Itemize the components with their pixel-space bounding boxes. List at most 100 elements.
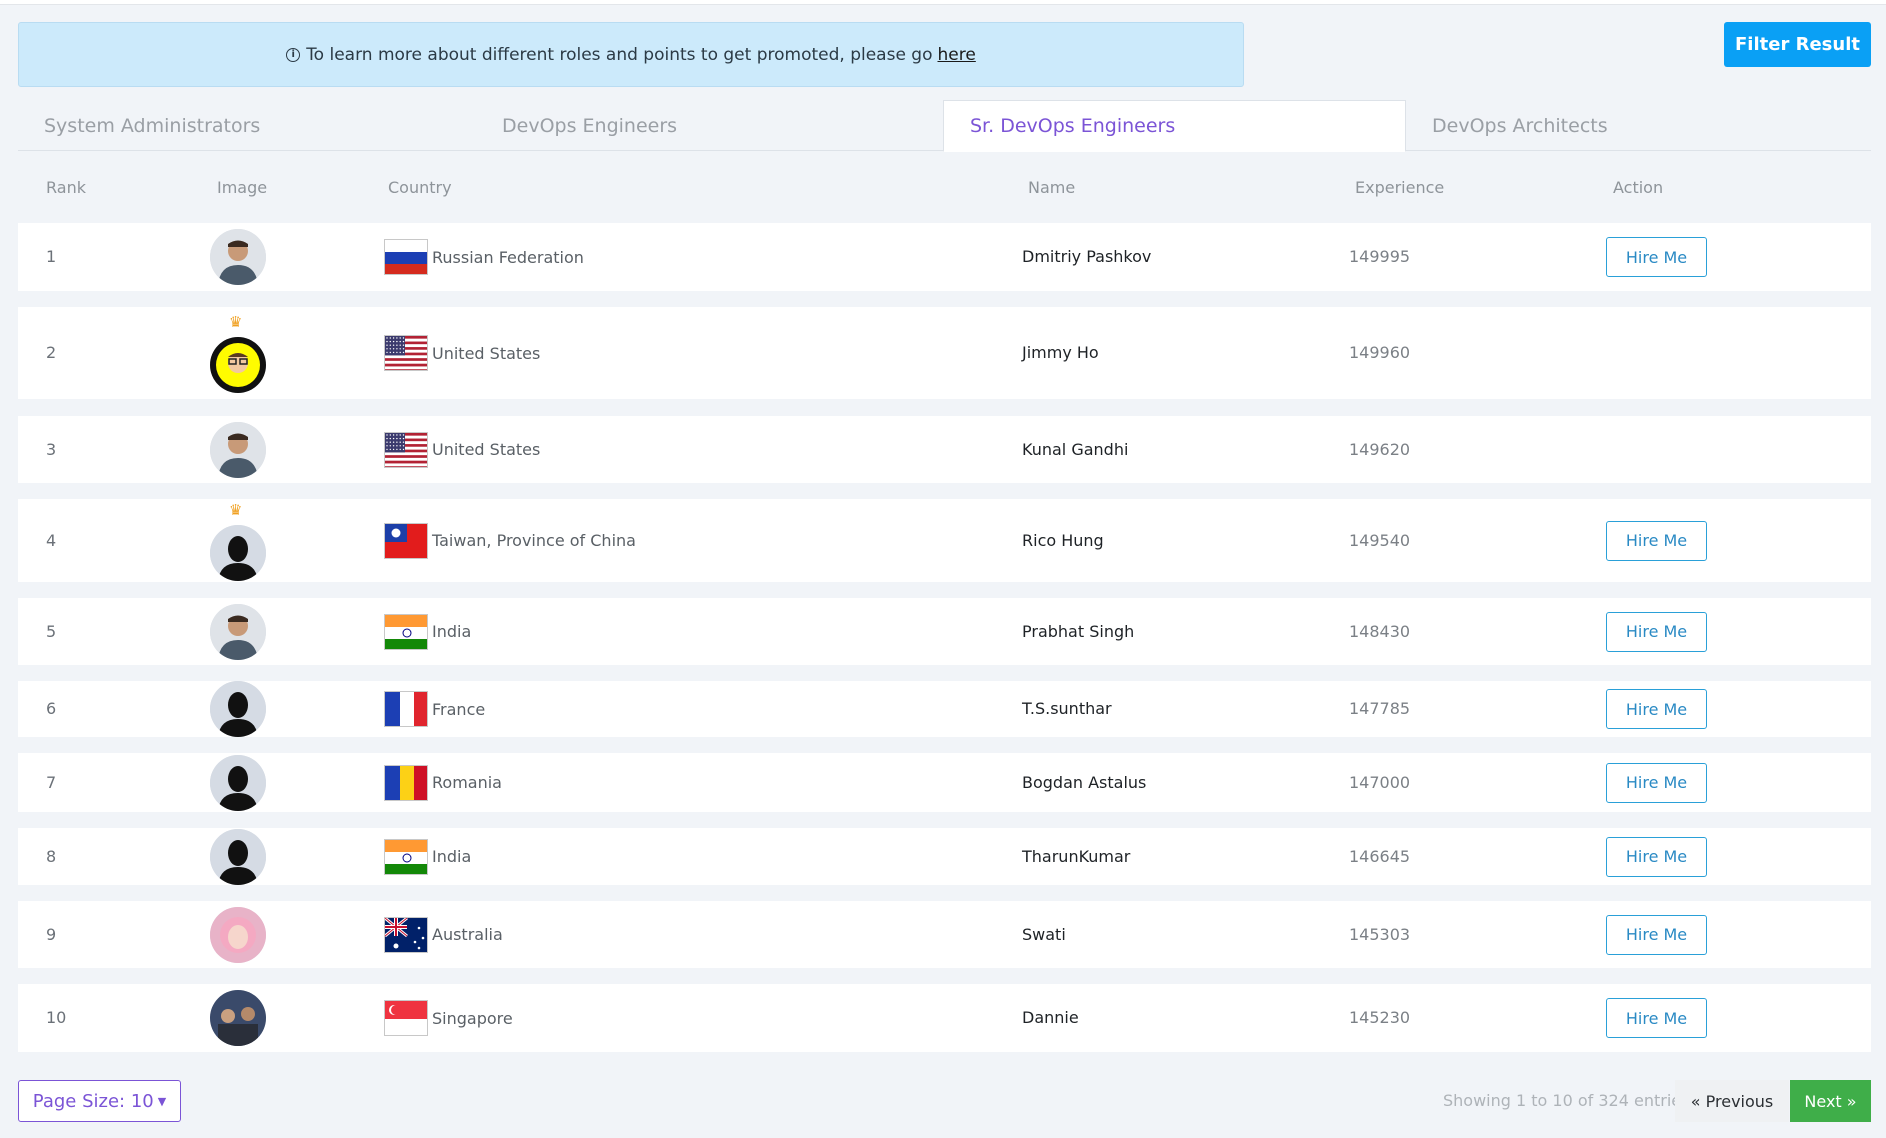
page-size-label: Page Size: 10 bbox=[32, 1090, 154, 1112]
rank-cell: 3 bbox=[46, 439, 57, 459]
country-label: India bbox=[432, 847, 472, 866]
experience-cell: 149995 bbox=[1349, 247, 1411, 266]
col-image: Image bbox=[217, 178, 268, 197]
name-cell: Kunal Gandhi bbox=[1022, 439, 1129, 459]
table-row: 9 Australia Swati 145303 Hire Me bbox=[18, 901, 1871, 968]
tab-label: DevOps Architects bbox=[1432, 114, 1608, 137]
experience-cell: 147000 bbox=[1349, 772, 1411, 792]
hire-me-button[interactable]: Hire Me bbox=[1606, 689, 1707, 729]
experience-cell: 145303 bbox=[1349, 924, 1411, 944]
top-border bbox=[0, 0, 1886, 5]
name-cell: Dannie bbox=[1022, 1008, 1079, 1027]
flag-icon bbox=[384, 522, 428, 559]
flag-icon bbox=[384, 916, 428, 953]
country-cell: Russian Federation bbox=[384, 239, 584, 275]
col-experience: Experience bbox=[1355, 178, 1445, 197]
tab-label: Sr. DevOps Engineers bbox=[970, 115, 1176, 137]
flag-icon bbox=[384, 1000, 428, 1036]
avatar bbox=[210, 754, 266, 811]
hire-me-button[interactable]: Hire Me bbox=[1606, 237, 1707, 277]
table-row: 3 United States Kunal Gandhi 149620 bbox=[18, 416, 1871, 483]
flag-icon bbox=[384, 613, 428, 650]
country-cell: Taiwan, Province of China bbox=[384, 522, 636, 559]
avatar bbox=[210, 906, 266, 963]
col-name: Name bbox=[1028, 178, 1076, 197]
avatar bbox=[210, 990, 266, 1046]
rank-cell: 7 bbox=[46, 772, 57, 792]
name-cell: T.S.sunthar bbox=[1022, 699, 1112, 718]
col-rank: Rank bbox=[46, 178, 86, 197]
experience-cell: 149960 bbox=[1349, 343, 1411, 362]
flag-icon bbox=[384, 431, 428, 468]
page-size-select[interactable]: Page Size: 10 ▼ bbox=[18, 1080, 181, 1122]
name-cell: TharunKumar bbox=[1022, 846, 1131, 866]
tab-devops-engineers[interactable]: DevOps Engineers bbox=[480, 100, 943, 151]
table-row: 10 Singapore Dannie 145230 Hire Me bbox=[18, 984, 1871, 1052]
flag-icon bbox=[384, 335, 428, 371]
info-icon: i bbox=[286, 47, 301, 62]
avatar bbox=[210, 603, 266, 660]
hire-me-button[interactable]: Hire Me bbox=[1606, 762, 1707, 803]
tab-sr-devops-engineers[interactable]: Sr. DevOps Engineers bbox=[943, 100, 1406, 152]
crown-icon: ♛ bbox=[229, 500, 243, 519]
avatar bbox=[210, 524, 266, 581]
avatar bbox=[210, 229, 266, 285]
country-label: Australia bbox=[432, 925, 503, 944]
role-tabs: System Administrators DevOps Engineers S… bbox=[18, 100, 1871, 152]
entries-info: Showing 1 to 10 of 324 entries bbox=[1443, 1091, 1690, 1110]
previous-button[interactable]: « Previous bbox=[1675, 1080, 1789, 1122]
rank-cell: 5 bbox=[46, 621, 57, 641]
name-cell: Rico Hung bbox=[1022, 530, 1104, 550]
table-header: Rank Image Country Name Experience Actio… bbox=[18, 170, 1871, 202]
crown-icon: ♛ bbox=[229, 313, 243, 331]
flag-icon bbox=[384, 838, 428, 875]
avatar bbox=[210, 421, 266, 478]
country-label: Russian Federation bbox=[432, 247, 584, 267]
hire-me-button[interactable]: Hire Me bbox=[1606, 836, 1707, 877]
table-row: 5 India Prabhat Singh 148430 Hire Me bbox=[18, 598, 1871, 665]
flag-icon bbox=[384, 691, 428, 727]
country-label: United States bbox=[432, 440, 541, 459]
flag-icon bbox=[384, 239, 428, 275]
tab-label: DevOps Engineers bbox=[502, 114, 678, 137]
hire-me-button[interactable]: Hire Me bbox=[1606, 998, 1707, 1038]
table-row: 7 Romania Bogdan Astalus 147000 Hire Me bbox=[18, 753, 1871, 812]
col-country: Country bbox=[388, 178, 452, 197]
rank-cell: 6 bbox=[46, 699, 57, 718]
tab-system-administrators[interactable]: System Administrators bbox=[18, 100, 480, 151]
table-row: 8 India TharunKumar 146645 Hire Me bbox=[18, 828, 1871, 885]
country-label: United States bbox=[432, 343, 541, 363]
country-cell: India bbox=[384, 613, 472, 650]
info-link[interactable]: here bbox=[938, 45, 976, 65]
country-label: Singapore bbox=[432, 1008, 513, 1028]
tab-devops-architects[interactable]: DevOps Architects bbox=[1406, 100, 1871, 151]
rank-cell: 1 bbox=[46, 247, 57, 266]
hire-me-button[interactable]: Hire Me bbox=[1606, 914, 1707, 955]
name-cell: Bogdan Astalus bbox=[1022, 772, 1147, 792]
avatar bbox=[210, 681, 266, 737]
avatar bbox=[210, 828, 266, 885]
table-row: 4 ♛ Taiwan, Province of China Rico Hung 14… bbox=[18, 499, 1871, 582]
filter-result-button[interactable]: Filter Result bbox=[1724, 22, 1871, 67]
name-cell: Jimmy Ho bbox=[1022, 343, 1099, 362]
experience-cell: 147785 bbox=[1349, 699, 1411, 718]
country-cell: France bbox=[384, 691, 485, 727]
rank-cell: 9 bbox=[46, 924, 57, 944]
avatar bbox=[210, 337, 266, 393]
name-cell: Swati bbox=[1022, 924, 1066, 944]
info-banner: i To learn more about different roles an… bbox=[18, 22, 1244, 87]
country-label: India bbox=[432, 622, 472, 641]
hire-me-button[interactable]: Hire Me bbox=[1606, 520, 1707, 561]
country-cell: Australia bbox=[384, 916, 503, 953]
country-cell: Singapore bbox=[384, 1000, 513, 1036]
rank-cell: 8 bbox=[46, 846, 57, 866]
next-button[interactable]: Next » bbox=[1790, 1080, 1871, 1122]
rank-cell: 10 bbox=[46, 1008, 67, 1027]
name-cell: Prabhat Singh bbox=[1022, 621, 1135, 641]
country-label: Romania bbox=[432, 773, 502, 792]
rank-cell: 4 bbox=[46, 530, 57, 550]
rank-cell: 2 bbox=[46, 343, 57, 362]
country-cell: United States bbox=[384, 431, 541, 468]
hire-me-button[interactable]: Hire Me bbox=[1606, 611, 1707, 652]
chevron-down-icon: ▼ bbox=[157, 1094, 167, 1108]
